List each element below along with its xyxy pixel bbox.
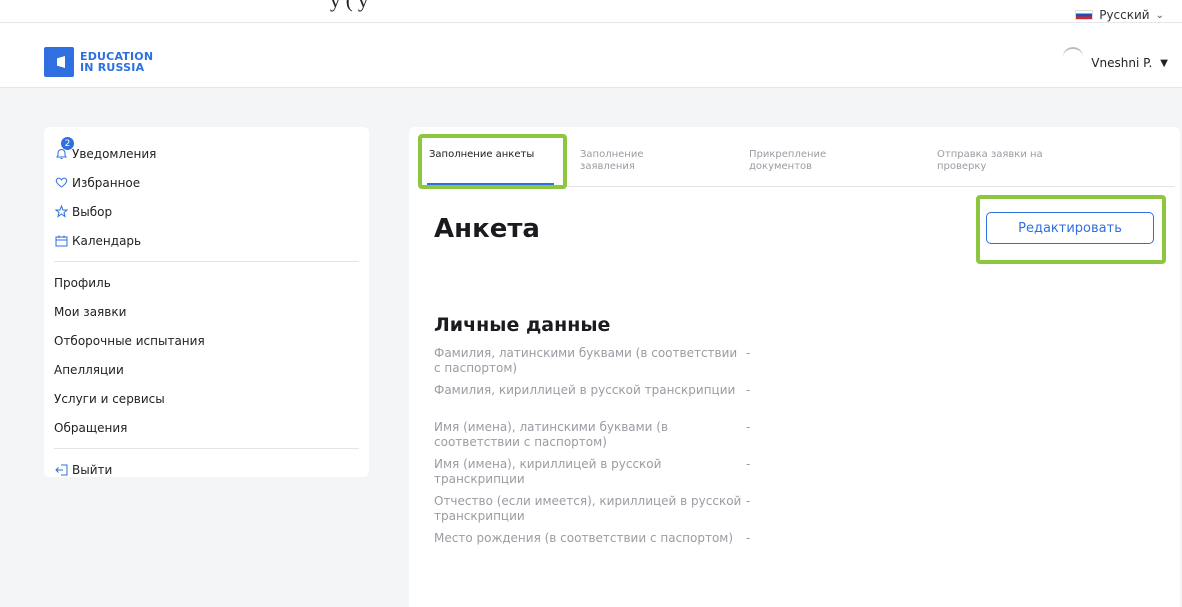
logout-label: Выйти [72,462,113,477]
sidebar-item-appeals[interactable]: Апелляции [54,355,359,384]
main-content: Заполнение анкеты Заполнение заявления П… [409,127,1180,607]
logout-icon [54,463,68,477]
personal-data-list: Фамилия, латинскими буквами (в соответст… [434,346,1134,568]
section-title: Личные данные [434,314,611,336]
language-switcher[interactable]: Русский ⌄ [1075,8,1164,22]
field-value: - [746,531,751,545]
field-label: Фамилия, кириллицей в русской транскрипц… [434,383,736,397]
field-row: Место рождения (в соответствии с паспорт… [434,531,1134,568]
calendar-icon [54,234,68,248]
field-row: Фамилия, латинскими буквами (в соответст… [434,346,1134,383]
sidebar-item-choice[interactable]: Выбор [54,197,359,226]
user-menu[interactable]: Vneshni P. ▼ [1063,47,1168,73]
field-label: Имя (имена), кириллицей в русской транск… [434,457,662,486]
sidebar-item-calendar[interactable]: Календарь [54,226,359,255]
russian-flag-icon [1075,10,1094,20]
sidebar-item-label: Уведомления [72,146,157,161]
field-value: - [746,494,751,508]
field-value: - [746,457,751,471]
sidebar-item-selection-tests[interactable]: Отборочные испытания [54,326,359,355]
field-label: Отчество (если имеется), кириллицей в ру… [434,494,742,523]
sidebar-item-profile[interactable]: Профиль [54,268,359,297]
field-row: Отчество (если имеется), кириллицей в ру… [434,494,1134,531]
field-label: Место рождения (в соответствии с паспорт… [434,531,734,545]
tab-submit-for-review[interactable]: Отправка заявки на проверку [937,149,1087,173]
notification-badge: 2 [61,137,74,150]
tab-attach-documents[interactable]: Прикрепление документов [749,149,859,173]
field-value: - [746,420,751,434]
heart-icon [54,176,68,190]
sidebar-item-label: Календарь [72,233,142,248]
field-label: Фамилия, латинскими буквами (в соответст… [434,346,738,375]
caret-down-icon: ▼ [1160,57,1168,69]
field-value: - [746,383,751,397]
field-value: - [746,346,751,360]
field-label: Имя (имена), латинскими буквами (в соотв… [434,420,669,449]
document-text: y ( y [330,0,369,12]
sidebar-item-services[interactable]: Услуги и сервисы [54,384,359,413]
sidebar-item-label: Выбор [72,204,113,219]
field-row: Имя (имена), кириллицей в русской транск… [434,457,1134,494]
logout-button[interactable]: Выйти [54,455,359,484]
site-header: EDUCATION IN RUSSIA Vneshni P. ▼ [0,22,1182,88]
divider [54,261,359,262]
highlight-frame-button [976,195,1166,264]
logo-text: EDUCATION IN RUSSIA [80,51,153,73]
sidebar: 2 Уведомления Избранное Выбор Календарь … [44,127,369,477]
chevron-down-icon: ⌄ [1155,9,1164,21]
language-label: Русский [1099,8,1150,22]
tab-fill-application[interactable]: Заполнение заявления [580,149,690,173]
sidebar-item-my-applications[interactable]: Мои заявки [54,297,359,326]
field-row: Имя (имена), латинскими буквами (в соотв… [434,420,1134,457]
page-title: Анкета [434,214,540,244]
sidebar-item-requests[interactable]: Обращения [54,413,359,442]
field-row: Фамилия, кириллицей в русской транскрипц… [434,383,1134,420]
sidebar-item-label: Избранное [72,175,141,190]
star-icon [54,205,68,219]
avatar [1063,47,1084,67]
user-name: Vneshni P. [1091,56,1153,70]
logo-line-2: IN RUSSIA [80,61,145,74]
document-fragment: y ( y Русский ⌄ [0,0,1182,22]
divider [54,448,359,449]
logo[interactable]: EDUCATION IN RUSSIA [44,47,153,77]
sidebar-item-notifications[interactable]: 2 Уведомления [54,137,359,168]
sidebar-item-favorites[interactable]: Избранное [54,168,359,197]
door-logo-icon [44,47,74,77]
highlight-frame-tab [418,134,567,189]
